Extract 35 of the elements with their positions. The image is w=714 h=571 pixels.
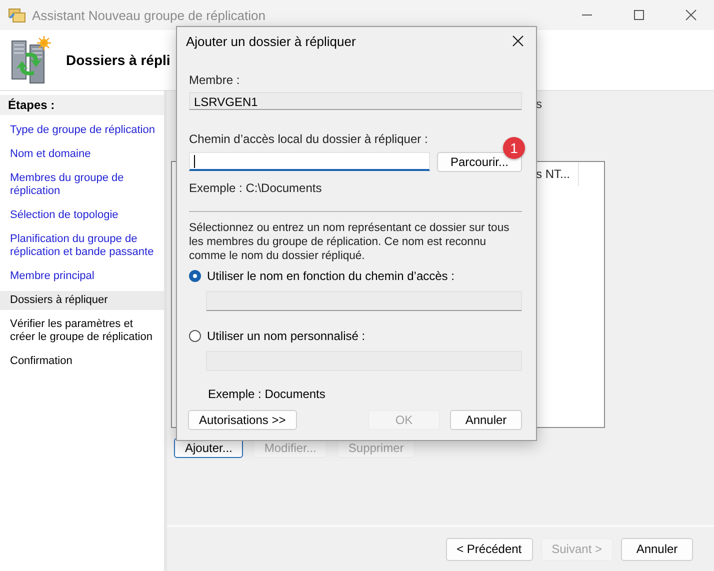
dialog-button[interactable]: Autorisations >> xyxy=(188,410,297,430)
step-item: Dossiers à répliquer xyxy=(0,291,164,310)
wizard-button[interactable]: < Précédent xyxy=(446,538,533,560)
dialog-button[interactable]: Annuler xyxy=(450,410,522,430)
wizard-button[interactable]: Annuler xyxy=(621,538,693,560)
close-icon xyxy=(685,9,697,21)
step-link[interactable]: Membres du groupe de réplication xyxy=(0,169,164,201)
step-link[interactable]: Membre principal xyxy=(0,267,164,286)
step-badge: 1 xyxy=(503,137,525,159)
radio-label[interactable]: Utiliser le nom en fonction du chemin d’accès : xyxy=(207,269,454,283)
step-link[interactable]: Type de groupe de réplication xyxy=(0,121,164,140)
step-item: Vérifier les paramètres et créer le groupe de réplication xyxy=(9,317,154,345)
step-link[interactable]: Sélection de topologie xyxy=(0,206,164,225)
browse-button[interactable]: Parcourir... xyxy=(437,152,522,172)
radio-button[interactable] xyxy=(189,330,201,342)
example-text: Exemple : Documents xyxy=(208,387,326,401)
radio-label[interactable]: Utiliser un nom personnalisé : xyxy=(207,329,366,343)
dialog-title: Ajouter un dossier à répliquer xyxy=(186,34,356,48)
steps-heading: Étapes : xyxy=(0,95,164,115)
window-title: Assistant Nouveau groupe de réplication xyxy=(32,8,266,22)
field-label: Chemin d’accès local du dossier à répliquer : xyxy=(189,132,429,146)
name-field[interactable] xyxy=(206,291,522,311)
maximize-icon xyxy=(633,9,645,21)
step-item: Confirmation xyxy=(9,354,74,369)
folders-icon xyxy=(8,7,26,23)
description-text: Sélectionnez ou entrez un nom représentant ce dossier sur tous les membres du groupe de réplication. Ce nom est reconnu comme le nom du dossier répliqué. xyxy=(189,221,510,263)
close-icon xyxy=(512,35,524,47)
member-field: LSRVGEN1 xyxy=(189,92,522,110)
step-link[interactable]: Planification du groupe de réplication et bande passante xyxy=(0,230,164,262)
step-link[interactable]: Nom et domaine xyxy=(0,145,164,164)
example-text: Exemple : C:\Documents xyxy=(189,181,323,195)
path-field[interactable] xyxy=(189,152,430,171)
field-label: Membre : xyxy=(189,73,241,87)
page-heading: Dossiers à répli xyxy=(66,52,170,68)
radio-button[interactable] xyxy=(189,270,201,282)
